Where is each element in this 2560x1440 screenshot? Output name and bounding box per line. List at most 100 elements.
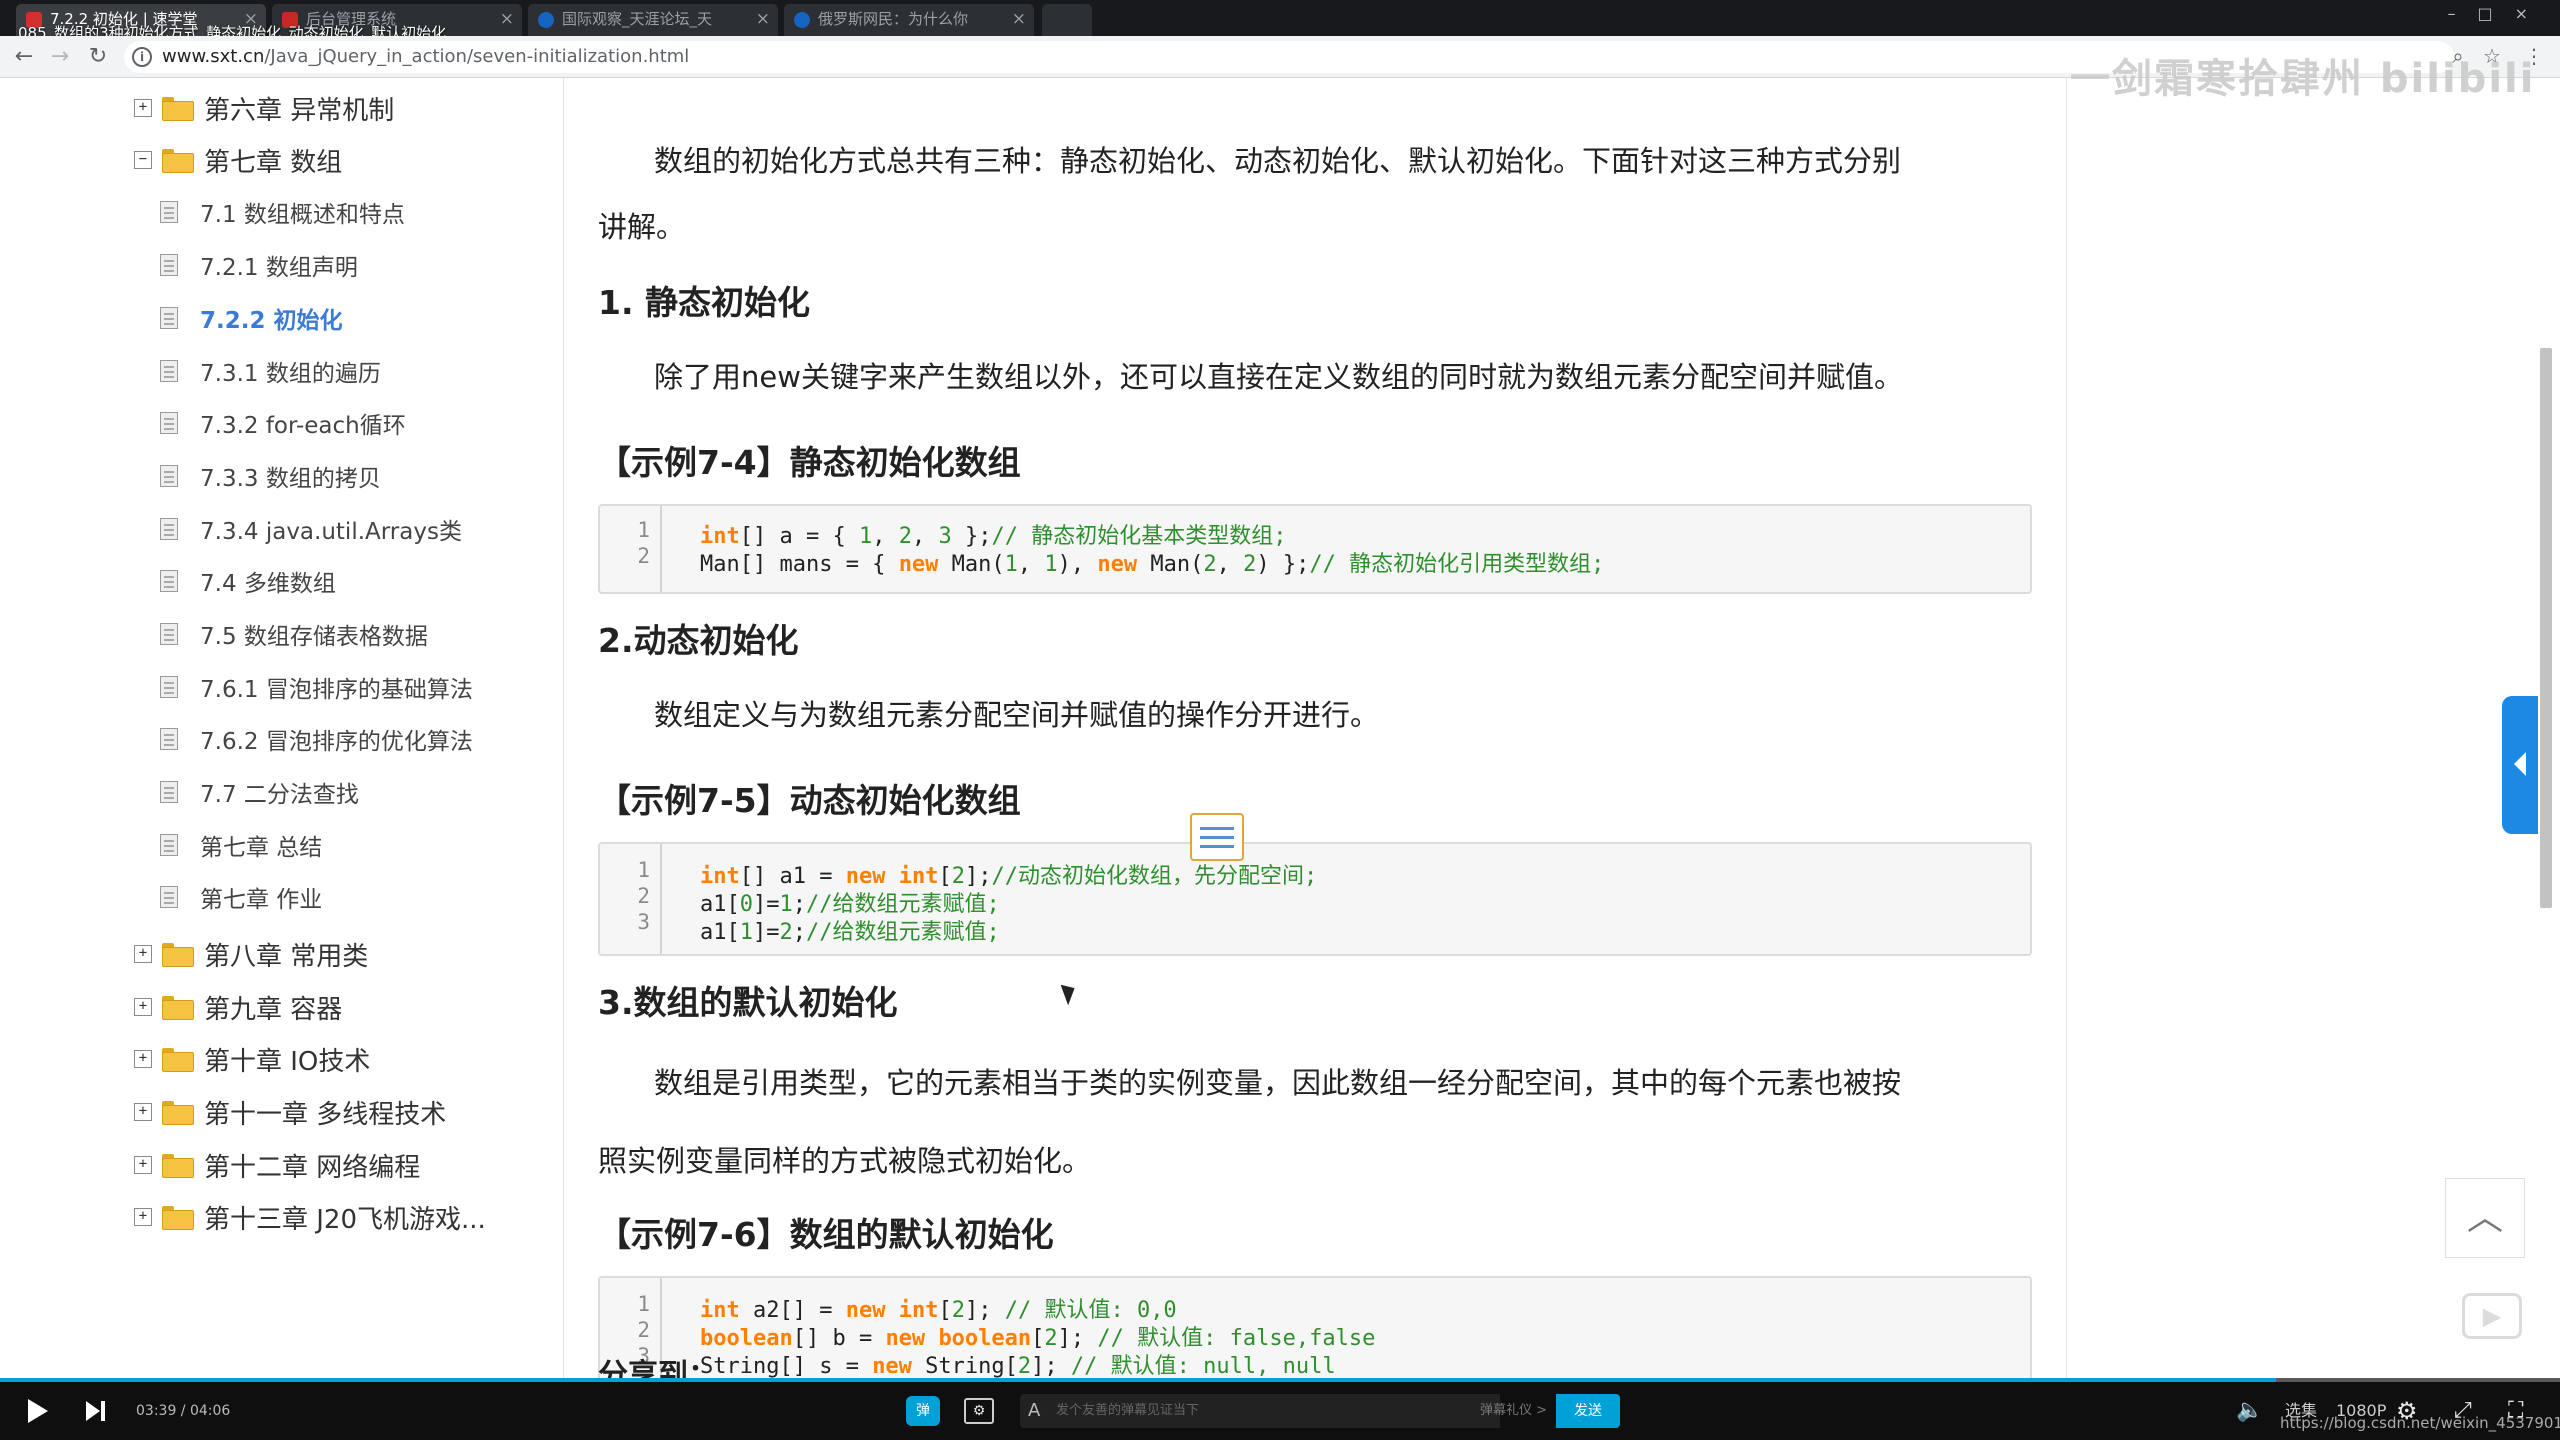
sidebar-chapter[interactable]: + 第十三章 J20飞机游戏... [134, 1197, 486, 1237]
window-controls: –□× [2447, 4, 2550, 23]
document-icon [160, 886, 178, 908]
close-tab-icon[interactable]: × [756, 4, 770, 34]
danmaku-settings-icon[interactable]: ⚙ [964, 1398, 994, 1424]
sidebar-chapter[interactable]: + 第十二章 网络编程 [134, 1145, 420, 1185]
section-label: 7.3.1 数组的遍历 [200, 361, 381, 387]
sidebar-section-active[interactable]: 7.2.2 初始化 [160, 300, 343, 336]
danmaku-input[interactable]: 发个友善的弹幕见证当下 [1020, 1394, 1500, 1428]
page-scrollbar[interactable] [2540, 348, 2552, 908]
notepad-icon[interactable] [1190, 813, 1244, 861]
expand-toggle-icon[interactable]: + [134, 99, 152, 117]
browser-tab[interactable]: 俄罗斯网民：为什么你 × [784, 4, 1034, 36]
document-icon [160, 412, 178, 434]
expand-toggle-icon[interactable]: + [134, 1208, 152, 1226]
url-text[interactable]: www.sxt.cn/Java_jQuery_in_action/seven-i… [162, 41, 689, 73]
volume-icon[interactable]: 🔈 [2236, 1382, 2263, 1440]
side-collapse-tab[interactable] [2502, 696, 2538, 834]
sidebar-section[interactable]: 第七章 作业 [160, 879, 322, 915]
danmaku-style-icon[interactable]: A [1028, 1396, 1052, 1426]
article-body: 数组的初始化方式总共有三种：静态初始化、动态初始化、默认初始化。下面针对这三种方… [598, 78, 2034, 1380]
line-number: 2 [637, 884, 650, 908]
document-icon [160, 623, 178, 645]
line-number: 1 [637, 518, 650, 542]
chapter-label: 第十三章 J20飞机游戏... [204, 1204, 486, 1235]
code-line: a1[1]=2;//给数组元素赋值; [700, 920, 1000, 945]
play-icon[interactable] [28, 1399, 48, 1423]
section-heading: 2.动态初始化 [598, 621, 799, 660]
section-label: 第七章 作业 [200, 887, 323, 913]
mini-player-icon[interactable]: ▶ [2462, 1293, 2522, 1339]
sidebar-section[interactable]: 7.3.4 java.util.Arrays类 [160, 511, 462, 547]
document-icon [160, 360, 178, 382]
folder-icon [162, 943, 194, 967]
danmaku-etiquette-link[interactable]: 弹幕礼仪 > [1480, 1394, 1547, 1428]
close-tab-icon[interactable]: × [500, 4, 514, 34]
expand-toggle-icon[interactable]: + [134, 945, 152, 963]
new-tab-button[interactable] [1042, 4, 1092, 36]
sidebar-section[interactable]: 7.3.1 数组的遍历 [160, 353, 381, 389]
sidebar-chapter[interactable]: + 第六章 异常机制 [134, 88, 394, 128]
expand-toggle-icon[interactable]: + [134, 1103, 152, 1121]
page-content: + 第六章 异常机制 − 第七章 数组 7.1 数组概述和特点 7.2.1 数组… [0, 78, 2560, 1380]
chapter-label: 第九章 容器 [204, 994, 343, 1025]
tab-label: 国际观察_天涯论坛_天 [562, 10, 713, 28]
chapter-sidebar: + 第六章 异常机制 − 第七章 数组 7.1 数组概述和特点 7.2.1 数组… [0, 78, 564, 1380]
chapter-label: 第十章 IO技术 [204, 1046, 371, 1077]
document-icon [160, 465, 178, 487]
sidebar-chapter[interactable]: − 第七章 数组 [134, 140, 342, 180]
section-label: 7.5 数组存储表格数据 [200, 624, 428, 650]
line-number: 3 [637, 910, 650, 934]
section-heading: 1. 静态初始化 [598, 283, 810, 322]
code-line: Man[] mans = { new Man(1, 1), new Man(2,… [700, 552, 1605, 577]
minimize-icon[interactable]: – [2447, 4, 2477, 23]
sidebar-section[interactable]: 7.4 多维数组 [160, 563, 336, 599]
document-icon [160, 307, 178, 329]
caret-left-icon [2514, 752, 2526, 776]
sidebar-section[interactable]: 7.3.2 for-each循环 [160, 405, 406, 441]
paragraph: 数组定义与为数组元素分配空间并赋值的操作分开进行。 [654, 698, 1380, 732]
sidebar-section[interactable]: 7.6.1 冒泡排序的基础算法 [160, 669, 473, 705]
source-url-overlay: https://blog.csdn.net/weixin_45379013 [2280, 1414, 2560, 1432]
expand-toggle-icon[interactable]: + [134, 998, 152, 1016]
sidebar-chapter[interactable]: + 第十一章 多线程技术 [134, 1092, 446, 1132]
back-icon[interactable]: ← [10, 43, 38, 71]
browser-tab-strip: 7.2.2 初始化 | 速学堂 × 后台管理系统 × 国际观察_天涯论坛_天 ×… [0, 0, 2560, 42]
line-number: 2 [637, 1318, 650, 1342]
collapse-toggle-icon[interactable]: − [134, 151, 152, 169]
document-icon [160, 201, 178, 223]
sidebar-section[interactable]: 7.6.2 冒泡排序的优化算法 [160, 721, 473, 757]
reload-icon[interactable]: ↻ [84, 43, 112, 71]
danmaku-send-button[interactable]: 发送 [1556, 1394, 1620, 1428]
intro-paragraph-line: 数组的初始化方式总共有三种：静态初始化、动态初始化、默认初始化。下面针对这三种方… [654, 144, 1902, 178]
danmaku-toggle-button[interactable]: 弹 [906, 1396, 940, 1426]
expand-toggle-icon[interactable]: + [134, 1050, 152, 1068]
chapter-label: 第七章 数组 [204, 147, 343, 178]
maximize-icon[interactable]: □ [2477, 4, 2514, 23]
chapter-label: 第六章 异常机制 [204, 95, 395, 126]
sidebar-chapter[interactable]: + 第八章 常用类 [134, 934, 368, 974]
chapter-label: 第十一章 多线程技术 [204, 1099, 447, 1130]
next-episode-icon[interactable] [86, 1401, 108, 1421]
sidebar-section[interactable]: 7.3.3 数组的拷贝 [160, 458, 381, 494]
close-window-icon[interactable]: × [2515, 4, 2550, 23]
back-to-top-button[interactable]: ︿ [2445, 1178, 2525, 1258]
sidebar-chapter[interactable]: + 第九章 容器 [134, 987, 342, 1027]
open-folder-icon [162, 149, 194, 173]
sidebar-chapter[interactable]: + 第十章 IO技术 [134, 1039, 370, 1079]
folder-icon [162, 1048, 194, 1072]
forward-icon[interactable]: → [46, 43, 74, 71]
close-tab-icon[interactable]: × [1012, 4, 1026, 34]
sidebar-section[interactable]: 7.7 二分法查找 [160, 774, 359, 810]
sidebar-section[interactable]: 7.5 数组存储表格数据 [160, 616, 428, 652]
sidebar-section[interactable]: 第七章 总结 [160, 827, 322, 863]
expand-toggle-icon[interactable]: + [134, 1156, 152, 1174]
chapter-label: 第八章 常用类 [204, 941, 369, 972]
section-label: 7.7 二分法查找 [200, 782, 359, 808]
site-info-icon[interactable]: i [132, 47, 152, 67]
sidebar-section[interactable]: 7.2.1 数组声明 [160, 247, 358, 283]
line-number: 1 [637, 1292, 650, 1316]
example-heading: 【示例7-6】数组的默认初始化 [598, 1215, 1054, 1254]
browser-tab[interactable]: 国际观察_天涯论坛_天 × [528, 4, 778, 36]
section-label: 第七章 总结 [200, 835, 323, 861]
sidebar-section[interactable]: 7.1 数组概述和特点 [160, 194, 405, 230]
